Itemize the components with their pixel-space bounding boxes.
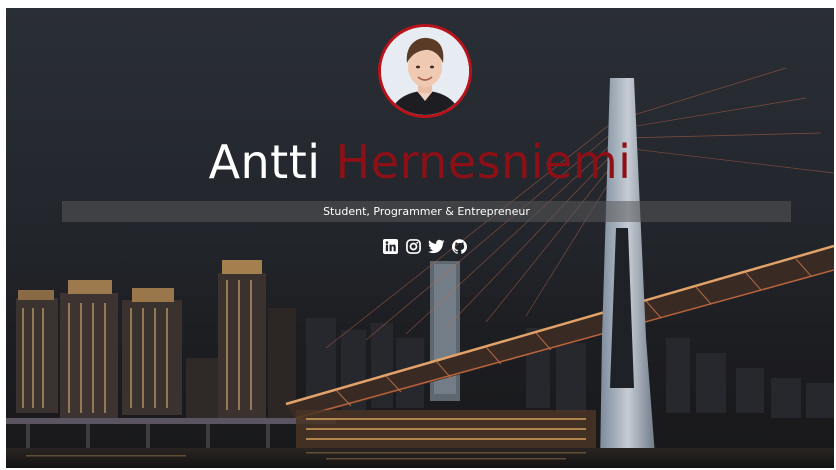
hero-name: Antti Hernesniemi	[6, 134, 834, 190]
last-name: Hernesniemi	[335, 135, 632, 189]
profile-portrait-icon	[381, 27, 469, 115]
tagline-text: Student, Programmer & Entrepreneur	[323, 205, 530, 218]
social-links	[382, 237, 472, 255]
github-icon[interactable]	[451, 238, 468, 255]
linkedin-icon[interactable]	[382, 238, 399, 255]
profile-avatar	[378, 24, 472, 118]
first-name: Antti	[208, 135, 321, 189]
instagram-icon[interactable]	[405, 238, 422, 255]
twitter-icon[interactable]	[428, 238, 445, 255]
hero-section: Antti Hernesniemi Student, Programmer & …	[6, 8, 834, 468]
tagline-bar: Student, Programmer & Entrepreneur	[62, 201, 791, 222]
